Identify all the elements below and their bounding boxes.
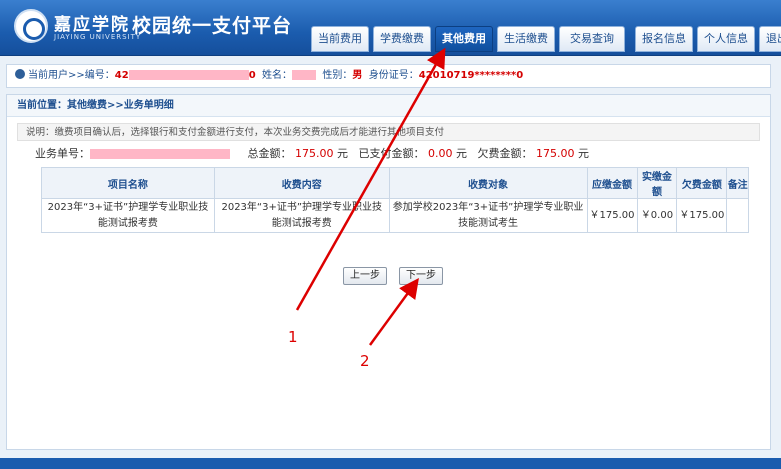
main-panel: 当前位置：其他缴费>>业务单明细 说明：缴费项目确认后，选择银行和支付金额进行支…	[6, 94, 771, 450]
owed-amount-label: 欠费金额：	[477, 147, 533, 160]
cell-fee-content: 2023年“3+证书”护理学专业职业技能测试报考费	[213, 198, 390, 233]
cell-amount-paid: ￥0.00	[636, 198, 678, 233]
paid-amount-label: 已支付金额：	[358, 147, 425, 160]
cell-item-name: 2023年“3+证书”护理学专业职业技能测试报考费	[41, 198, 215, 233]
main-nav: 当前费用 学费缴费 其他费用 生活缴费 交易查询 报名信息 个人信息 退出登录	[311, 26, 781, 52]
order-summary: 业务单号： 总金额： 175.00 元 已支付金额： 0.00 元 欠费金额： …	[35, 145, 770, 163]
cell-remark	[726, 198, 749, 233]
name-label: 姓名：	[262, 70, 293, 81]
next-step-button[interactable]: 下一步	[399, 267, 443, 285]
header-amount-due: 应缴金额	[586, 167, 638, 199]
nav-personal-info[interactable]: 个人信息	[697, 26, 755, 52]
redaction-mask	[292, 70, 317, 80]
header: 嘉应学院 JIAYING UNIVERSITY 校园统一支付平台 当前费用 学费…	[0, 0, 781, 56]
user-id-start: 42	[114, 70, 129, 81]
annotation-label-1: 1	[288, 328, 298, 346]
gender-label: 性别：	[322, 70, 353, 81]
redaction-mask	[90, 149, 230, 159]
paid-amount-value: 0.00	[427, 147, 453, 160]
school-english-name: JIAYING UNIVERSITY	[54, 33, 142, 41]
platform-title: 校园统一支付平台	[132, 15, 293, 37]
owed-amount-value: 175.00	[535, 147, 575, 160]
table-header-row: 项目名称 收费内容 收费对象 应缴金额 实缴金额 欠费金额 备注	[41, 167, 749, 199]
gender-value: 男	[352, 70, 363, 81]
prev-step-button[interactable]: 上一步	[343, 267, 387, 285]
user-id-end: 0	[248, 70, 256, 81]
header-item-name: 项目名称	[41, 167, 215, 199]
currency-unit: 元	[577, 147, 589, 160]
user-prefix: 当前用户>>编号：	[28, 70, 115, 81]
header-amount-owed: 欠费金额	[676, 167, 728, 199]
nav-transaction-query[interactable]: 交易查询	[559, 26, 625, 52]
idcard-value-end: ********0	[474, 70, 524, 81]
nav-living-fees[interactable]: 生活缴费	[497, 26, 555, 52]
redaction-mask	[128, 70, 249, 80]
cell-amount-owed: ￥175.00	[676, 198, 728, 233]
total-amount-value: 175.00	[294, 147, 334, 160]
nav-registration-info[interactable]: 报名信息	[635, 26, 693, 52]
currency-unit: 元	[336, 147, 348, 160]
nav-logout[interactable]: 退出登录	[759, 26, 781, 52]
user-icon	[15, 69, 25, 79]
header-fee-content: 收费内容	[213, 167, 390, 199]
order-number-label: 业务单号：	[35, 147, 90, 160]
nav-current-fees[interactable]: 当前费用	[311, 26, 369, 52]
header-remark: 备注	[726, 167, 749, 199]
total-amount-label: 总金额：	[247, 147, 292, 160]
annotation-label-2: 2	[360, 352, 370, 370]
notice-text: 说明：缴费项目确认后，选择银行和支付金额进行支付，本次业务交费完成后才能进行其他…	[17, 123, 760, 141]
step-buttons: 上一步 下一步	[343, 267, 455, 285]
cell-amount-due: ￥175.00	[586, 198, 638, 233]
fee-detail-table: 项目名称 收费内容 收费对象 应缴金额 实缴金额 欠费金额 备注 2023年“3…	[41, 167, 749, 233]
school-logo-icon	[14, 9, 48, 43]
cell-fee-target: 参加学校2023年“3+证书”护理学专业职业技能测试考生	[388, 198, 588, 233]
currency-unit: 元	[455, 147, 467, 160]
footer-bar	[0, 458, 781, 469]
school-name: 嘉应学院	[54, 15, 130, 35]
idcard-value-start: 42010719	[418, 70, 475, 81]
nav-other-fees[interactable]: 其他费用	[435, 26, 493, 52]
idcard-label: 身份证号：	[368, 70, 419, 81]
breadcrumb: 当前位置：其他缴费>>业务单明细	[7, 95, 770, 117]
nav-tuition[interactable]: 学费缴费	[373, 26, 431, 52]
table-row: 2023年“3+证书”护理学专业职业技能测试报考费 2023年“3+证书”护理学…	[41, 198, 749, 233]
header-amount-paid: 实缴金额	[636, 167, 678, 199]
user-info-bar: 当前用户>>编号：42 0 姓名： 性别：男 身份证号：42010719*****…	[6, 64, 771, 88]
header-fee-target: 收费对象	[388, 167, 588, 199]
